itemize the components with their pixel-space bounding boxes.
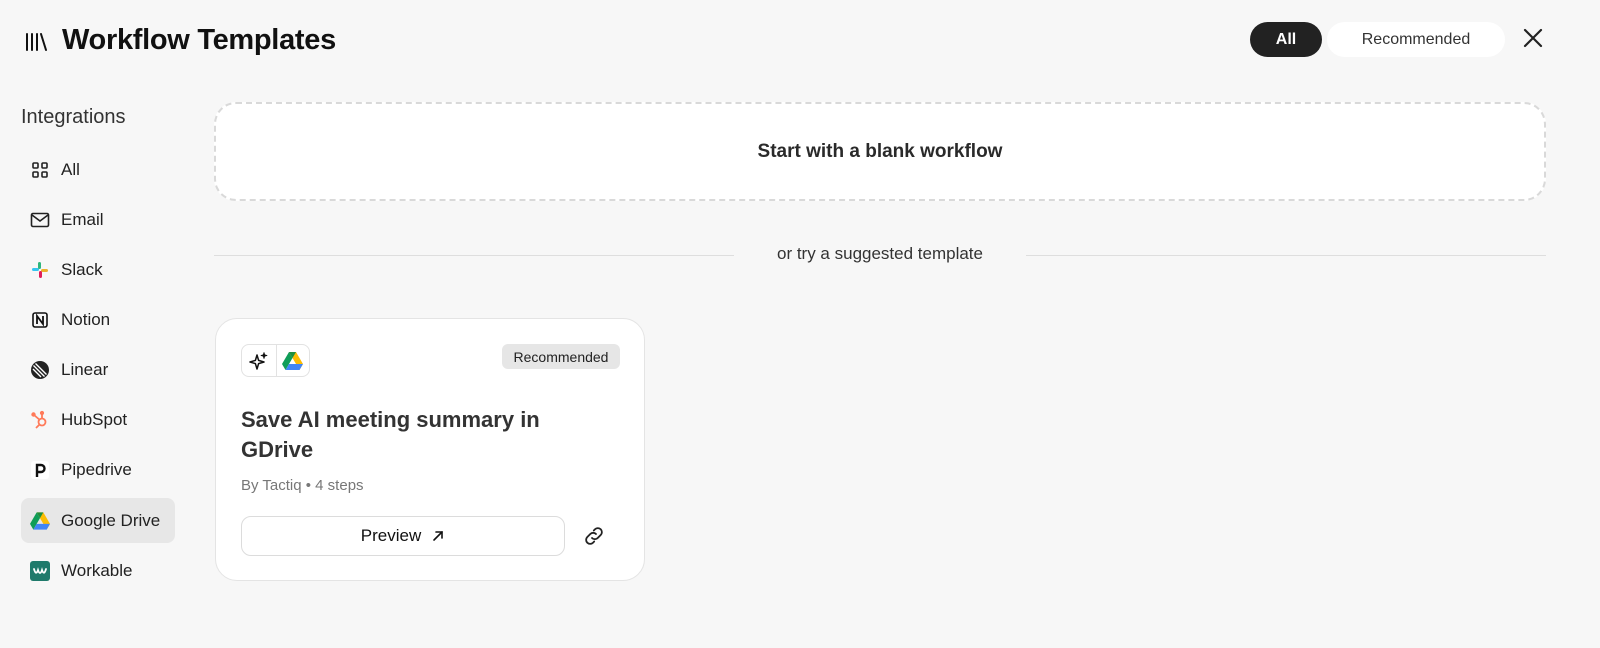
sidebar-item-google-drive[interactable]: Google Drive xyxy=(21,498,175,543)
sidebar-item-email[interactable]: Email xyxy=(21,197,175,242)
sidebar-item-pipedrive[interactable]: Pipedrive xyxy=(21,447,175,492)
sidebar-item-label: Slack xyxy=(61,259,103,279)
sidebar-item-linear[interactable]: Linear xyxy=(21,347,175,392)
template-integration-icons xyxy=(241,344,310,377)
workable-icon xyxy=(30,560,50,581)
sidebar-item-all[interactable]: All xyxy=(21,147,175,192)
library-icon xyxy=(26,33,47,51)
sidebar-heading: Integrations xyxy=(21,106,126,128)
sidebar-item-label: Workable xyxy=(61,560,133,580)
header: Workflow Templates All Recommended xyxy=(0,0,1600,84)
sidebar-item-hubspot[interactable]: HubSpot xyxy=(21,397,175,442)
divider-label: or try a suggested template xyxy=(776,244,983,263)
notion-icon xyxy=(30,310,50,330)
sidebar-item-workable[interactable]: Workable xyxy=(21,548,175,593)
linear-icon xyxy=(30,360,50,380)
sidebar-item-label: HubSpot xyxy=(61,409,128,429)
sidebar-item-label: Linear xyxy=(61,359,109,379)
sidebar-item-label: Pipedrive xyxy=(61,459,132,479)
grid-icon xyxy=(30,160,50,180)
template-title: Save AI meeting summary in GDrive xyxy=(241,407,540,462)
arrow-up-right-icon xyxy=(433,531,444,541)
pipedrive-icon xyxy=(30,460,50,480)
sidebar-item-label: Notion xyxy=(61,309,111,329)
sparkles-icon xyxy=(242,345,276,376)
recommended-badge: Recommended xyxy=(502,344,620,369)
preview-button[interactable]: Preview xyxy=(241,516,565,556)
google-drive-icon xyxy=(30,511,50,531)
blank-workflow-button[interactable]: Start with a blank workflow xyxy=(214,102,1546,201)
suggested-divider: or try a suggested template xyxy=(214,244,1546,266)
filter-all-button[interactable]: All xyxy=(1250,22,1322,57)
sidebar-item-label: All xyxy=(61,159,80,179)
close-icon[interactable] xyxy=(1519,24,1547,52)
sidebar-item-notion[interactable]: Notion xyxy=(21,297,175,342)
sidebar-item-slack[interactable]: Slack xyxy=(21,247,175,292)
slack-icon xyxy=(30,260,50,280)
link-icon[interactable] xyxy=(582,524,606,548)
page-title: Workflow Templates xyxy=(62,24,336,56)
mail-icon xyxy=(30,210,50,230)
preview-label: Preview xyxy=(360,526,422,545)
filter-recommended-button[interactable]: Recommended xyxy=(1327,22,1505,57)
hubspot-icon xyxy=(30,410,50,430)
template-meta: By Tactiq • 4 steps xyxy=(241,477,364,494)
blank-workflow-label: Start with a blank workflow xyxy=(757,140,1003,162)
template-card[interactable]: Recommended Save AI meeting summary in G… xyxy=(215,318,645,581)
sidebar-item-label: Email xyxy=(61,209,104,229)
google-drive-icon xyxy=(275,345,310,376)
sidebar-item-label: Google Drive xyxy=(61,510,161,530)
divider-line xyxy=(1026,255,1546,256)
